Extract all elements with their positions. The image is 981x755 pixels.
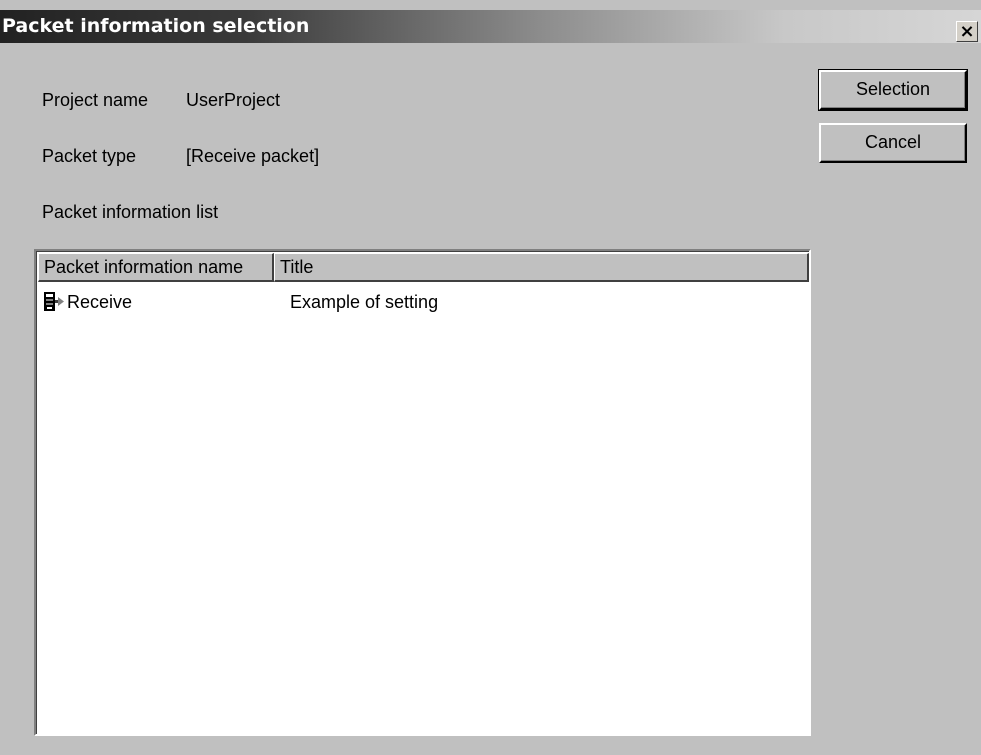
packet-type-value: [Receive packet] <box>186 146 320 166</box>
packet-information-selection-dialog: Packet information selection × Project n… <box>0 0 981 755</box>
window-title: Packet information selection <box>2 15 310 37</box>
column-header-title[interactable]: Title <box>274 253 809 282</box>
column-header-packet-information-name[interactable]: Packet information name <box>38 253 274 282</box>
packet-information-list[interactable]: Packet information name Title Receive Ex… <box>34 249 811 736</box>
title-bar[interactable]: Packet information selection × <box>0 10 981 43</box>
project-name-label: Project name <box>42 90 149 110</box>
selection-button[interactable]: Selection <box>818 69 968 111</box>
list-header: Packet information name Title <box>38 253 809 282</box>
receive-packet-icon <box>42 291 66 313</box>
packet-type-label: Packet type <box>42 146 137 166</box>
cancel-button[interactable]: Cancel <box>819 123 967 163</box>
packet-information-list-label: Packet information list <box>42 202 219 222</box>
packet-title-cell: Example of setting <box>290 292 439 312</box>
close-button[interactable]: × <box>956 21 978 42</box>
packet-name-cell: Receive <box>67 292 133 312</box>
list-item[interactable]: Receive Example of setting <box>40 290 800 314</box>
project-name-value: UserProject <box>186 90 281 110</box>
close-icon: × <box>959 20 975 42</box>
